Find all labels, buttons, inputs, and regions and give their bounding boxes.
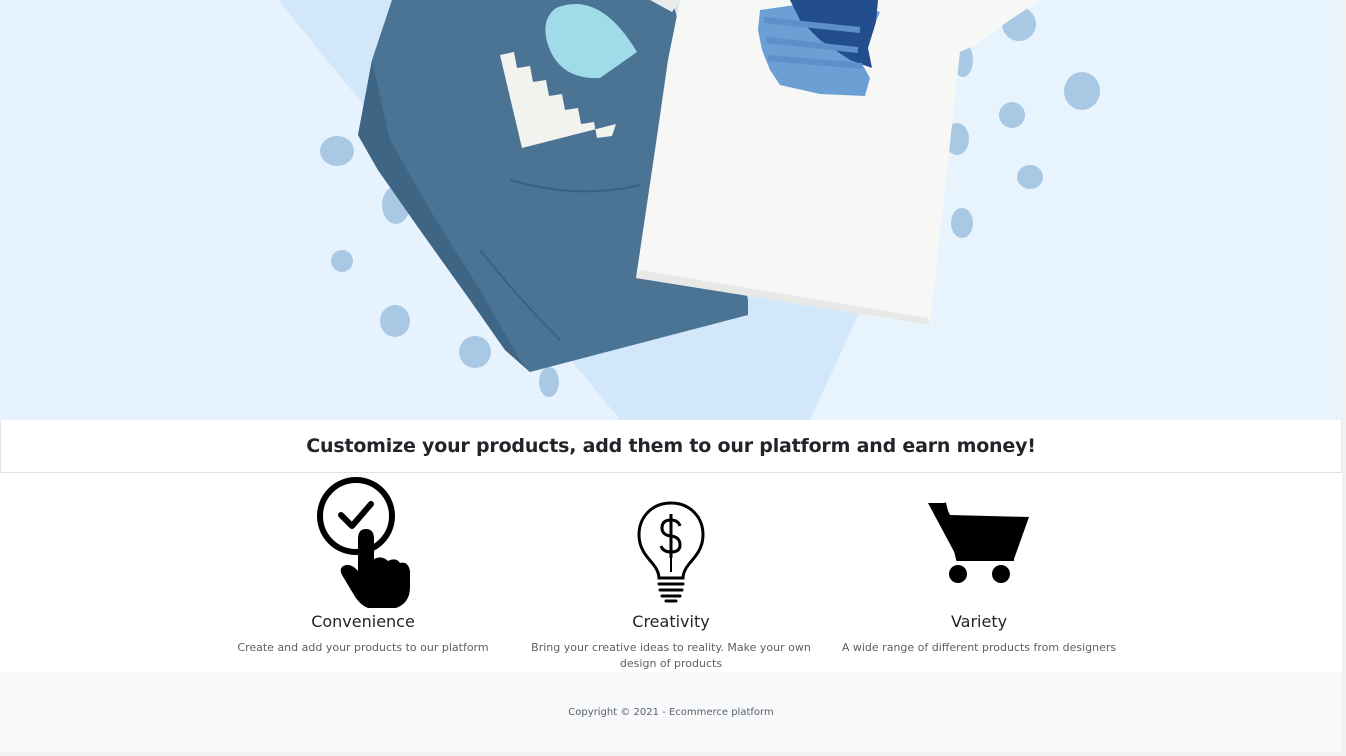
- feature-title: Variety: [950, 612, 1008, 631]
- features-section: Convenience Create and add your products…: [0, 473, 1342, 672]
- hand-pointer-check-icon: [316, 475, 412, 615]
- tagline-section: Customize your products, add them to our…: [0, 420, 1342, 473]
- window-bottom-edge: [0, 752, 1346, 756]
- feature-description: A wide range of different products from …: [841, 641, 1117, 654]
- hoodie-and-tshirt-product-image: [0, 0, 1100, 420]
- tagline-heading: Customize your products, add them to our…: [306, 435, 1036, 457]
- footer: Copyright © 2021 - Ecommerce platform: [0, 672, 1342, 752]
- lightbulb-dollar-icon: [636, 500, 706, 610]
- feature-title: Creativity: [632, 612, 710, 631]
- shopping-cart-icon: [928, 501, 1030, 589]
- hero-banner: [0, 0, 1342, 420]
- feature-description: Create and add your products to our plat…: [237, 641, 489, 654]
- feature-title: Convenience: [311, 612, 415, 631]
- scrollbar-track[interactable]: [1342, 0, 1346, 756]
- copyright-text: Copyright © 2021 - Ecommerce platform: [568, 706, 774, 718]
- feature-description: Bring your creative ideas to reality. Ma…: [531, 641, 811, 670]
